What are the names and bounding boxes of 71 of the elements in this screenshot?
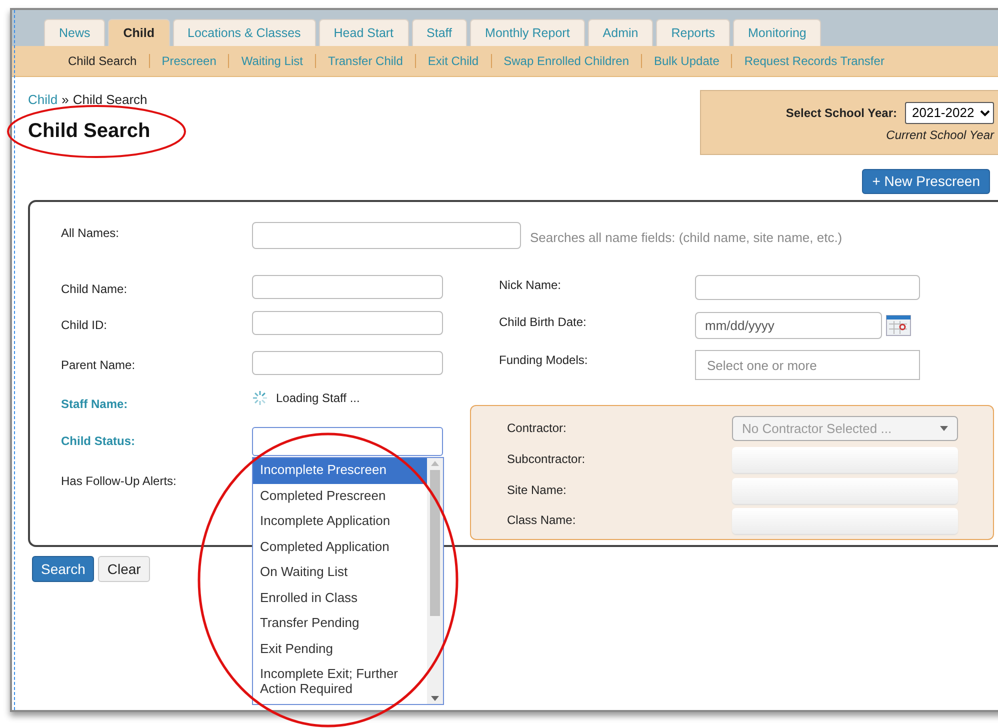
text-field[interactable]	[695, 275, 920, 300]
text-field[interactable]	[252, 311, 443, 335]
field-label: Subcontractor:	[506, 450, 586, 468]
nav-tab[interactable]: Admin	[588, 19, 654, 46]
field-label: Child Name:	[61, 282, 128, 296]
subnav-link[interactable]: Child Search	[56, 52, 149, 70]
field-label: Parent Name:	[61, 358, 136, 372]
dropdown-option[interactable]: Incomplete Prescreen	[253, 458, 427, 484]
field-label: Child Status:	[61, 434, 135, 448]
nav-tab[interactable]: Reports	[656, 19, 730, 46]
field-label: Child Birth Date:	[498, 314, 588, 331]
scrollbar-track[interactable]	[427, 458, 443, 704]
subnav-link[interactable]: Waiting List	[229, 52, 315, 70]
select-field[interactable]	[732, 478, 958, 504]
text-field[interactable]	[252, 351, 443, 375]
all-names-field[interactable]	[252, 222, 521, 249]
subnav-link[interactable]: Request Records Transfer	[732, 52, 896, 70]
multi-select-field[interactable]: Select one or more	[695, 350, 920, 380]
field-label: Staff Name:	[61, 397, 128, 411]
field-label: Nick Name:	[498, 277, 562, 294]
nav-tab[interactable]: Monitoring	[733, 19, 822, 46]
calendar-icon[interactable]	[886, 315, 911, 336]
field-label: Has Follow-Up Alerts:	[61, 474, 176, 488]
breadcrumb-link[interactable]: Child	[28, 90, 58, 110]
spinner-icon	[252, 390, 268, 406]
field-label: All Names:	[60, 225, 120, 242]
dropdown-option[interactable]: Transfer Pending	[253, 611, 427, 636]
dropdown-option[interactable]: Incomplete Exit; Further Action Required	[253, 662, 427, 700]
scroll-down-icon[interactable]	[431, 696, 439, 701]
dropdown-option[interactable]: Completed Application	[253, 534, 427, 560]
select-field[interactable]	[732, 446, 958, 473]
nav-tab[interactable]: Staff	[412, 19, 468, 46]
dropdown-option[interactable]: On Waiting List	[253, 560, 427, 586]
status-select-field[interactable]	[252, 427, 443, 456]
text-field[interactable]	[252, 275, 443, 299]
dropdown-option[interactable]: Completed Prescreen	[253, 484, 427, 509]
subnav-link[interactable]: Transfer Child	[316, 52, 415, 70]
search-button[interactable]: Search	[32, 556, 94, 582]
subnav-link[interactable]: Swap Enrolled Children	[492, 52, 641, 70]
nav-tab[interactable]: Head Start	[318, 19, 409, 46]
dropdown-option[interactable]: Enrolled in Class	[253, 586, 427, 611]
field-label: Contractor:	[506, 420, 568, 437]
nav-tab[interactable]: Child	[108, 19, 170, 46]
nav-tab[interactable]: News	[44, 19, 106, 46]
field-label: Class Name:	[506, 512, 577, 530]
school-year-note: Current School Year	[886, 126, 994, 144]
contractor-select[interactable]: No Contractor Selected ...	[732, 416, 958, 441]
subnav-link[interactable]: Prescreen	[150, 52, 228, 70]
page-title: Child Search	[28, 118, 150, 144]
scroll-up-icon[interactable]	[431, 461, 439, 466]
clear-button[interactable]: Clear	[98, 556, 150, 582]
breadcrumb-separator: »	[62, 91, 69, 109]
nav-tab[interactable]: Monthly Report	[470, 19, 585, 46]
hint-text: Searches all name fields: (child name, site name, etc.)	[530, 229, 842, 247]
subnav-link[interactable]: Exit Child	[416, 52, 491, 70]
date-field[interactable]: mm/dd/yyyy	[695, 312, 882, 339]
field-label: Child ID:	[61, 318, 108, 332]
new-prescreen-button[interactable]: + New Prescreen	[862, 169, 990, 194]
dropdown-option[interactable]: Exit Pending	[253, 636, 427, 662]
subnav-link[interactable]: Bulk Update	[642, 52, 732, 70]
nav-tab[interactable]: Locations & Classes	[172, 19, 316, 46]
select-field[interactable]	[732, 508, 958, 534]
school-year-label: Select School Year:	[786, 104, 897, 122]
caret-icon	[940, 426, 948, 431]
dropdown-option[interactable]: Incomplete Application	[253, 509, 427, 534]
field-label: Site Name:	[506, 482, 568, 498]
breadcrumb-current: Child Search	[72, 91, 148, 109]
scrollbar-thumb[interactable]	[430, 470, 440, 616]
loading-text: Loading Staff ...	[276, 390, 360, 407]
field-label: Funding Models:	[498, 352, 589, 369]
school-year-select[interactable]: 2021-2022	[905, 102, 994, 124]
